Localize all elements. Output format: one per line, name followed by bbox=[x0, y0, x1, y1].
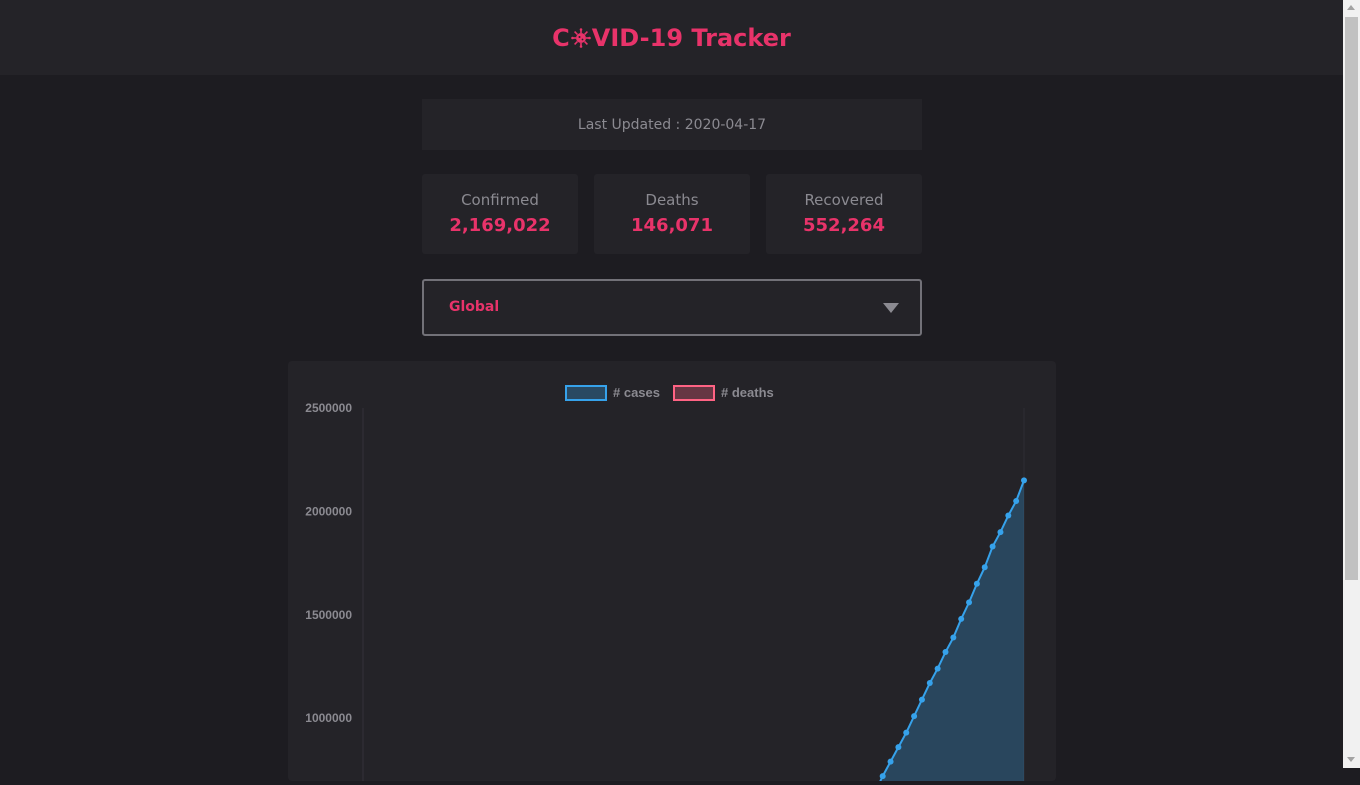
y-tick-label: 1000000 bbox=[305, 711, 352, 725]
legend-label-deaths: # deaths bbox=[721, 385, 774, 400]
legend-label-cases: # cases bbox=[613, 385, 660, 400]
cases-point bbox=[966, 599, 973, 606]
stat-card-recovered: Recovered 552,264 bbox=[766, 174, 922, 254]
cases-point bbox=[895, 744, 902, 751]
line-chart: # cases # deaths 2500000 2000000 1500000 1000… bbox=[305, 385, 1027, 785]
country-select-value: Global bbox=[449, 299, 500, 315]
virus-icon bbox=[570, 27, 591, 48]
title-prefix: C bbox=[552, 23, 570, 52]
cases-point bbox=[1021, 477, 1027, 484]
stat-card-deaths: Deaths 146,071 bbox=[594, 174, 750, 254]
stat-label-confirmed: Confirmed bbox=[461, 191, 539, 209]
cases-area bbox=[867, 480, 1024, 785]
cases-point bbox=[926, 680, 933, 687]
stat-value-confirmed: 2,169,022 bbox=[449, 215, 551, 236]
cases-point bbox=[903, 729, 910, 736]
app-title: C VID-19 Tracker bbox=[552, 24, 791, 52]
stat-label-recovered: Recovered bbox=[804, 191, 884, 209]
legend-swatch-cases bbox=[565, 385, 607, 401]
cases-point bbox=[942, 649, 949, 656]
scroll-thumb[interactable] bbox=[1345, 17, 1358, 580]
cases-point bbox=[911, 713, 918, 720]
stat-card-confirmed: Confirmed 2,169,022 bbox=[422, 174, 578, 254]
cases-point bbox=[934, 665, 941, 672]
stat-label-deaths: Deaths bbox=[645, 191, 699, 209]
cases-point bbox=[958, 615, 965, 622]
stat-value-deaths: 146,071 bbox=[631, 215, 713, 236]
scroll-up-icon[interactable] bbox=[1347, 5, 1355, 10]
y-tick-label: 2000000 bbox=[305, 504, 352, 518]
cases-point bbox=[973, 580, 980, 587]
y-tick-label: 1500000 bbox=[305, 608, 352, 622]
cases-point bbox=[1013, 498, 1020, 505]
title-suffix: VID-19 Tracker bbox=[591, 23, 791, 52]
last-updated-label: Last Updated : bbox=[577, 116, 685, 133]
cases-point bbox=[879, 773, 886, 780]
stat-value-recovered: 552,264 bbox=[803, 215, 885, 236]
cases-point bbox=[981, 564, 988, 571]
cases-point bbox=[950, 634, 957, 641]
scroll-down-icon[interactable] bbox=[1347, 757, 1355, 762]
chart-card: # cases # deaths 2500000 2000000 1500000 1000… bbox=[288, 361, 1056, 785]
country-select[interactable]: Global bbox=[422, 279, 922, 336]
app-header: C VID-19 Tracker bbox=[0, 0, 1343, 75]
last-updated-date: 2020-04-17 bbox=[684, 116, 767, 133]
page-scrollbar[interactable] bbox=[1343, 0, 1360, 768]
cases-point bbox=[918, 696, 925, 703]
cases-point bbox=[997, 529, 1004, 536]
cases-point bbox=[989, 543, 996, 550]
cases-point bbox=[1005, 512, 1012, 519]
legend-swatch-deaths bbox=[673, 385, 715, 401]
cases-point bbox=[887, 758, 894, 765]
last-updated-banner: Last Updated : 2020-04-17 bbox=[422, 99, 922, 150]
chevron-down-icon bbox=[883, 303, 899, 313]
y-tick-label: 2500000 bbox=[305, 401, 352, 415]
